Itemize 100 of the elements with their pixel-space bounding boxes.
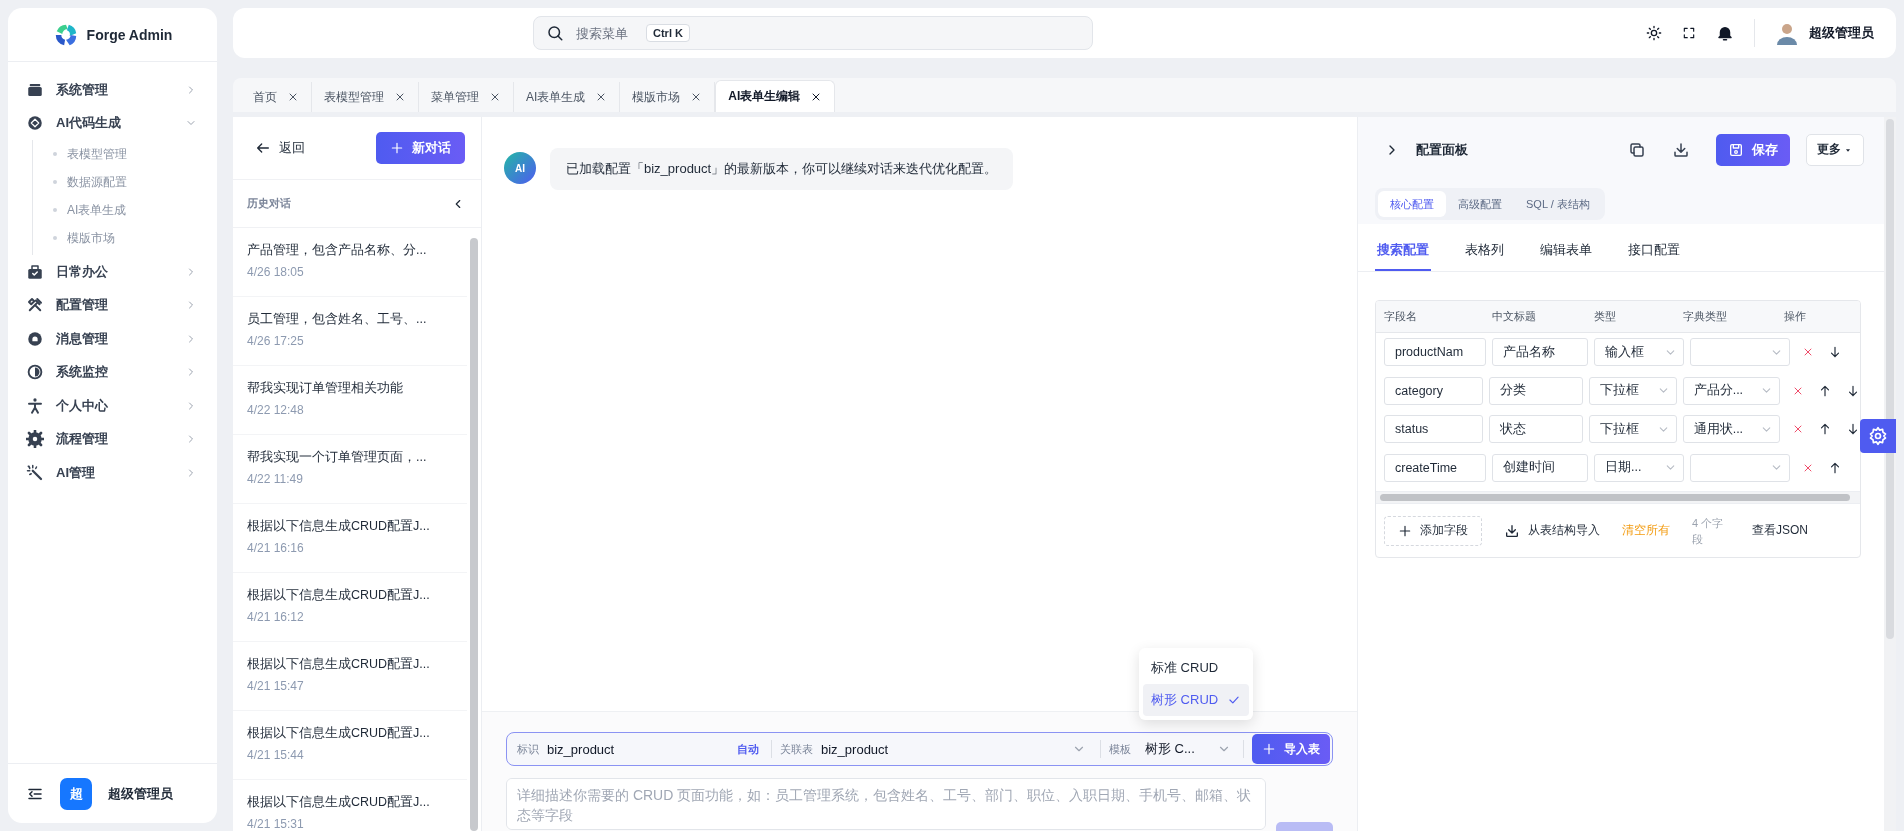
search-input[interactable]: 搜索菜单 [574, 24, 636, 42]
plus-icon [1262, 742, 1276, 756]
plus-icon [1398, 523, 1412, 538]
menu-item[interactable]: AI代码生成 [8, 106, 217, 140]
type-select[interactable]: 输入框 [1594, 338, 1684, 367]
prompt-field[interactable]: 详细描述你需要的 CRUD 页面功能，如：员工管理系统，包含姓名、工号、部门、职位、入职日期、手机号、邮箱、状态等字段 [506, 778, 1266, 830]
user-avatar: 超 [60, 777, 92, 810]
type-select[interactable]: 下拉框 [1589, 415, 1677, 444]
download-icon[interactable] [1672, 140, 1690, 159]
notification-icon[interactable] [1716, 24, 1734, 42]
tab[interactable]: 编辑表单 [1538, 230, 1594, 271]
text-field[interactable]: productNam [1384, 338, 1486, 367]
close-icon[interactable] [287, 91, 299, 103]
text-field[interactable]: status [1384, 415, 1484, 444]
menu-option[interactable]: 树形 CRUD [1143, 684, 1249, 716]
text-field[interactable]: 状态 [1489, 415, 1583, 444]
table-select[interactable]: biz_product [821, 741, 1086, 757]
template-select[interactable]: 树形 C... [1145, 740, 1231, 758]
copy-icon[interactable] [1628, 140, 1646, 159]
theme-icon[interactable] [1646, 25, 1662, 41]
bell-icon [26, 329, 44, 348]
history-item[interactable]: 根据以下信息生成CRUD配置J... 4/21 16:16 [233, 504, 467, 573]
person-icon [26, 396, 44, 415]
fullscreen-icon[interactable] [1682, 26, 1696, 40]
arrow-up-icon[interactable] [1818, 422, 1832, 437]
tab[interactable]: SQL / 表结构 [1514, 191, 1602, 217]
import-button[interactable]: 导入表 [1252, 734, 1330, 764]
menu-item[interactable]: 系统管理 [8, 73, 217, 107]
scrollbar[interactable] [470, 238, 478, 831]
tab[interactable]: 表格列 [1463, 230, 1506, 271]
back-button[interactable]: 返回 [255, 139, 305, 157]
avatar-icon [1775, 21, 1799, 45]
close-icon[interactable] [394, 91, 406, 103]
tab[interactable]: 表模型管理 [312, 82, 419, 112]
type-select[interactable]: 下拉框 [1589, 376, 1677, 405]
menu-option[interactable]: 标准 CRUD [1143, 652, 1249, 684]
column-header: 字典类型 [1683, 309, 1728, 324]
arrow-up-icon[interactable] [1818, 383, 1832, 398]
arrow-down-icon[interactable] [1828, 345, 1842, 360]
history-item[interactable]: 根据以下信息生成CRUD配置J... 4/21 15:44 [233, 711, 467, 780]
menu-item[interactable]: 日常办公 [8, 255, 217, 289]
app-name: Forge Admin [86, 26, 173, 43]
dot-icon [53, 152, 57, 156]
dict-select[interactable]: 通用状... [1682, 415, 1780, 444]
dot-icon [53, 208, 57, 212]
tab[interactable]: 首页 [241, 82, 312, 112]
text-field[interactable]: createTime [1384, 453, 1486, 482]
tab[interactable]: AI表单生编辑 [715, 80, 836, 112]
briefcase-icon [26, 262, 44, 281]
menu-item[interactable]: 系统监控 [8, 355, 217, 389]
settings-button[interactable] [1860, 419, 1896, 453]
menu-item[interactable]: 配置管理 [8, 288, 217, 322]
dict-select[interactable]: 产品分... [1682, 376, 1780, 405]
arrow-up-icon[interactable] [1828, 460, 1842, 475]
view-json-button[interactable]: 查看JSON [1752, 522, 1808, 539]
menu-item[interactable]: 流程管理 [8, 422, 217, 456]
history-item[interactable]: 帮我实现一个订单管理页面，... 4/22 11:49 [233, 435, 467, 504]
text-field[interactable]: 产品名称 [1492, 338, 1588, 367]
add-field-button[interactable]: 添加字段 [1384, 515, 1482, 546]
menu-item[interactable]: AI管理 [8, 456, 217, 490]
scrollbar[interactable] [1380, 494, 1850, 501]
history-item[interactable]: 产品管理，包含产品名称、分... 4/26 18:05 [233, 228, 467, 297]
history-item[interactable]: 根据以下信息生成CRUD配置J... 4/21 15:47 [233, 642, 467, 711]
history-item[interactable]: 根据以下信息生成CRUD配置J... 4/21 15:31 [233, 780, 467, 831]
message-bubble: 已加载配置「biz_product」的最新版本，你可以继续对话来迭代优化配置。 [550, 148, 1014, 190]
text-field[interactable]: 创建时间 [1492, 453, 1588, 482]
save-button[interactable]: 保存 [1716, 133, 1790, 166]
history-item[interactable]: 帮我实现订单管理相关功能 4/22 12:48 [233, 366, 467, 435]
field-label: 关联表 [780, 741, 813, 757]
more-button[interactable]: 更多 [1806, 133, 1864, 166]
user-name: 超级管理员 [108, 784, 173, 803]
import-icon [1504, 522, 1520, 539]
scrollbar[interactable] [1886, 119, 1894, 639]
menu-item[interactable]: 个人中心 [8, 389, 217, 423]
text-field[interactable]: category [1384, 376, 1484, 405]
plus-icon [390, 141, 404, 155]
shortcut-key: Ctrl K [646, 24, 690, 42]
tab[interactable]: 接口配置 [1626, 230, 1682, 271]
dot-icon [53, 180, 57, 184]
field-label: 模板 [1109, 741, 1131, 757]
close-icon[interactable] [489, 91, 501, 103]
settings-icon [1868, 426, 1888, 446]
arrow-down-icon[interactable] [1846, 383, 1860, 398]
import-button[interactable]: 从表结构导入 [1504, 522, 1600, 539]
new-chat-button[interactable]: 新对话 [376, 132, 465, 164]
field-count: 4 个字段 [1692, 515, 1724, 547]
menu-item[interactable]: 消息管理 [8, 322, 217, 356]
identifier-input[interactable]: biz_product [547, 741, 737, 757]
history-item[interactable]: 员工管理，包含姓名、工号、... 4/26 17:25 [233, 297, 467, 366]
history-item[interactable]: 根据以下信息生成CRUD配置J... 4/21 16:12 [233, 573, 467, 642]
auto-button[interactable]: 自动 [737, 741, 759, 757]
arrow-down-icon[interactable] [1846, 422, 1860, 437]
tab[interactable]: AI表单生成 [514, 82, 621, 112]
tab[interactable]: 高级配置 [1446, 191, 1514, 217]
tab[interactable]: 菜单管理 [419, 82, 514, 112]
type-select[interactable]: 日期... [1594, 453, 1684, 482]
tab[interactable]: 搜索配置 [1375, 230, 1431, 271]
tab[interactable]: 核心配置 [1378, 191, 1446, 217]
text-field[interactable]: 分类 [1489, 376, 1583, 405]
section-title: 历史对话 [247, 196, 291, 211]
